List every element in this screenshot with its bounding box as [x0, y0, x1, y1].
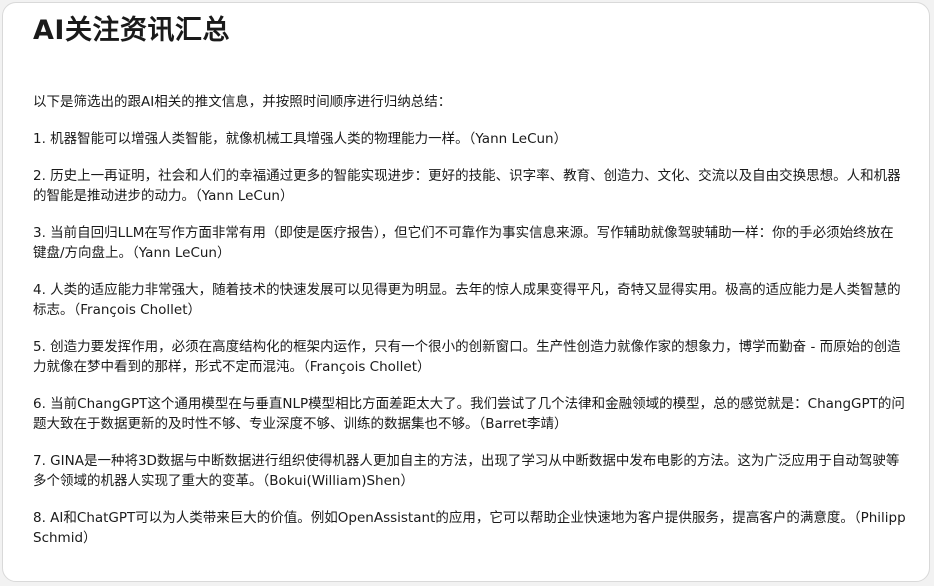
list-item: 6. 当前ChangGPT这个通用模型在与垂直NLP模型相比方面差距太大了。我们…: [33, 396, 905, 432]
summary-card: AI关注资讯汇总 以下是筛选出的跟AI相关的推文信息，并按照时间顺序进行归纳总结…: [2, 2, 930, 582]
news-list: 1. 机器智能可以增强人类智能，就像机械工具增强人类的物理能力一样。（Yann …: [33, 129, 907, 548]
intro-text: 以下是筛选出的跟AI相关的推文信息，并按照时间顺序进行归纳总结：: [33, 94, 452, 110]
list-item: 4. 人类的适应能力非常强大，随着技术的快速发展可以见得更为明显。去年的惊人成果…: [33, 282, 901, 318]
list-item: 8. AI和ChatGPT可以为人类带来巨大的价值。例如OpenAssistan…: [33, 510, 906, 546]
list-item: 5. 创造力要发挥作用，必须在高度结构化的框架内运作，只有一个很小的创新窗口。生…: [33, 339, 901, 375]
page-title: AI关注资讯汇总: [33, 15, 230, 46]
list-item: 7. GINA是一种将3D数据与中断数据进行组织使得机器人更加自主的方法，出现了…: [33, 453, 900, 489]
list-item: 2. 历史上一再证明，社会和人们的幸福通过更多的智能实现进步：更好的技能、识字率…: [33, 168, 901, 204]
list-item: 1. 机器智能可以增强人类智能，就像机械工具增强人类的物理能力一样。（Yann …: [33, 131, 568, 147]
list-item: 3. 当前自回归LLM在写作方面非常有用（即使是医疗报告），但它们不可靠作为事实…: [33, 225, 894, 261]
